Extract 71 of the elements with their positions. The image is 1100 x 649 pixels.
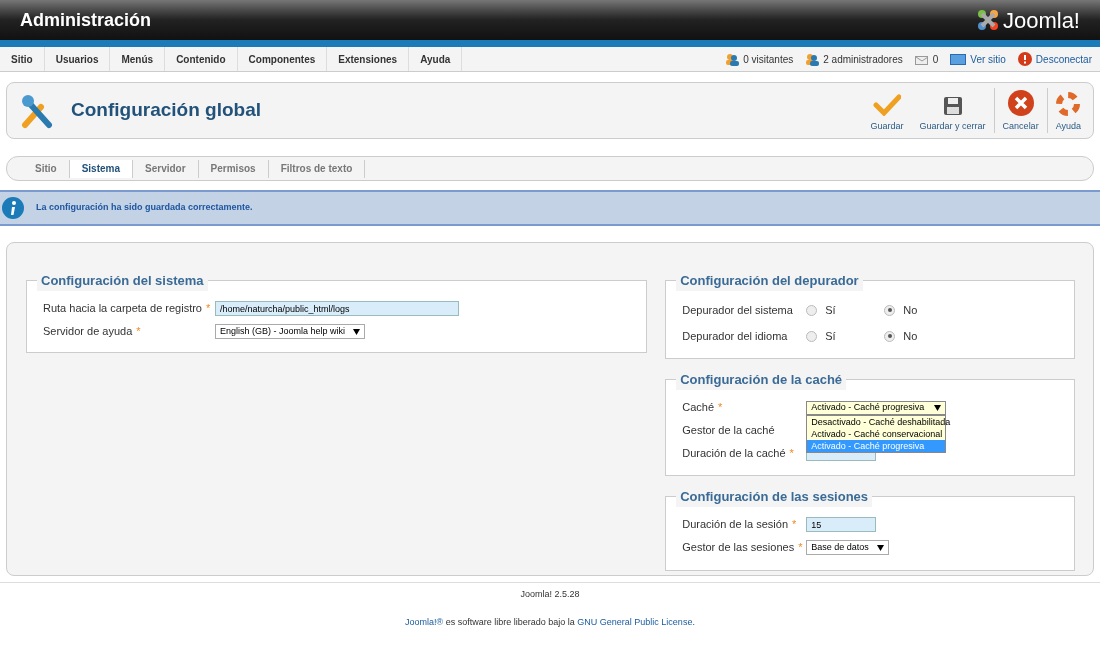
- info-icon: [2, 197, 24, 219]
- logo-icon: [976, 9, 999, 31]
- users-icon: [725, 52, 740, 66]
- menu-item[interactable]: Usuarios: [44, 47, 111, 71]
- lifebuoy-icon: [1056, 91, 1081, 116]
- field-label: Ruta hacia la carpeta de registro: [43, 301, 202, 317]
- cancel-icon: [1007, 89, 1034, 116]
- select-dropdown[interactable]: English (GB) - Joomla help wiki: [215, 324, 366, 339]
- menu-item[interactable]: Ayuda: [409, 47, 463, 71]
- envelope-icon: [914, 53, 929, 65]
- radio-label: No: [903, 328, 918, 344]
- toolbar-button[interactable]: Cancelar: [993, 88, 1047, 133]
- toolbar-button[interactable]: Guardar y cerrar: [911, 88, 994, 133]
- radio-button[interactable]: [806, 304, 818, 316]
- header-link[interactable]: Ver sitio: [970, 51, 1006, 67]
- menu-item[interactable]: Menús: [110, 47, 166, 71]
- required-asterisk: *: [206, 301, 211, 317]
- menu-item[interactable]: Extensiones: [327, 47, 410, 71]
- required-asterisk: *: [798, 540, 803, 556]
- required-asterisk: *: [789, 446, 794, 462]
- select-dropdown[interactable]: Base de datos: [806, 540, 889, 555]
- checkmark-icon: [873, 93, 902, 116]
- radio-button[interactable]: [884, 304, 896, 316]
- toolbar-button[interactable]: Ayuda: [1046, 88, 1089, 133]
- field-label: Depurador del idioma: [682, 328, 789, 344]
- tab[interactable]: Permisos: [198, 159, 269, 178]
- tab[interactable]: Filtros de texto: [268, 159, 366, 178]
- field-label: Depurador del sistema: [682, 302, 794, 318]
- field-label: Duración de la sesión: [682, 517, 789, 533]
- field-label: Caché: [682, 400, 715, 416]
- toolbar-button[interactable]: Guardar: [862, 88, 912, 133]
- required-asterisk: *: [792, 517, 797, 533]
- menu-item[interactable]: Componentes: [237, 47, 328, 71]
- select-dropdown[interactable]: Activado - Caché progresiva: [806, 400, 947, 415]
- alert-icon: [1017, 52, 1032, 66]
- text-field[interactable]: /home/naturcha/public_html/logs: [215, 301, 459, 316]
- status-text: 2 administradores: [823, 52, 903, 67]
- license-text: Joomla!® es software libre liberado bajo la GNU General Public License.: [405, 615, 695, 629]
- brand-name: Joomla!: [1002, 6, 1080, 35]
- tab[interactable]: Sitio: [23, 159, 70, 178]
- dropdown-option[interactable]: Activado - Caché conservacional: [807, 427, 946, 440]
- radio-button[interactable]: [806, 330, 818, 342]
- caret-icon: [876, 544, 884, 551]
- footer-link[interactable]: Joomla!®: [405, 616, 444, 627]
- radio-label: No: [903, 302, 918, 318]
- tab[interactable]: Servidor: [133, 159, 199, 178]
- field-label: Servidor de ayuda: [43, 324, 133, 340]
- monitor-icon: [950, 53, 967, 65]
- status-text: 0: [932, 52, 939, 67]
- header-link[interactable]: Desconectar: [1035, 51, 1092, 67]
- users-icon: [805, 52, 820, 66]
- field-label: Gestor de las sesiones: [682, 540, 795, 556]
- required-asterisk: *: [718, 400, 723, 416]
- required-asterisk: *: [136, 324, 141, 340]
- menu-item[interactable]: Sitio: [0, 47, 45, 71]
- caret-icon: [353, 328, 361, 335]
- tools-icon: [19, 92, 55, 129]
- status-text: 0 visitantes: [743, 52, 794, 67]
- header-title: Administración: [20, 8, 152, 32]
- radio-label: Sí: [825, 302, 836, 318]
- field-label: Duración de la caché: [682, 446, 786, 462]
- text-field[interactable]: 15: [806, 517, 877, 532]
- page-title: Configuración global: [71, 98, 261, 123]
- menu-item[interactable]: Contenido: [165, 47, 238, 71]
- radio-label: Sí: [825, 328, 836, 344]
- version-text: Joomla! 2.5.28: [520, 588, 580, 601]
- field-label: Gestor de la caché: [682, 423, 775, 439]
- radio-button[interactable]: [884, 330, 896, 342]
- caret-icon: [934, 404, 942, 411]
- tab[interactable]: Sistema: [69, 159, 134, 178]
- success-message: La configuración ha sido guardada correctamente.: [36, 201, 253, 215]
